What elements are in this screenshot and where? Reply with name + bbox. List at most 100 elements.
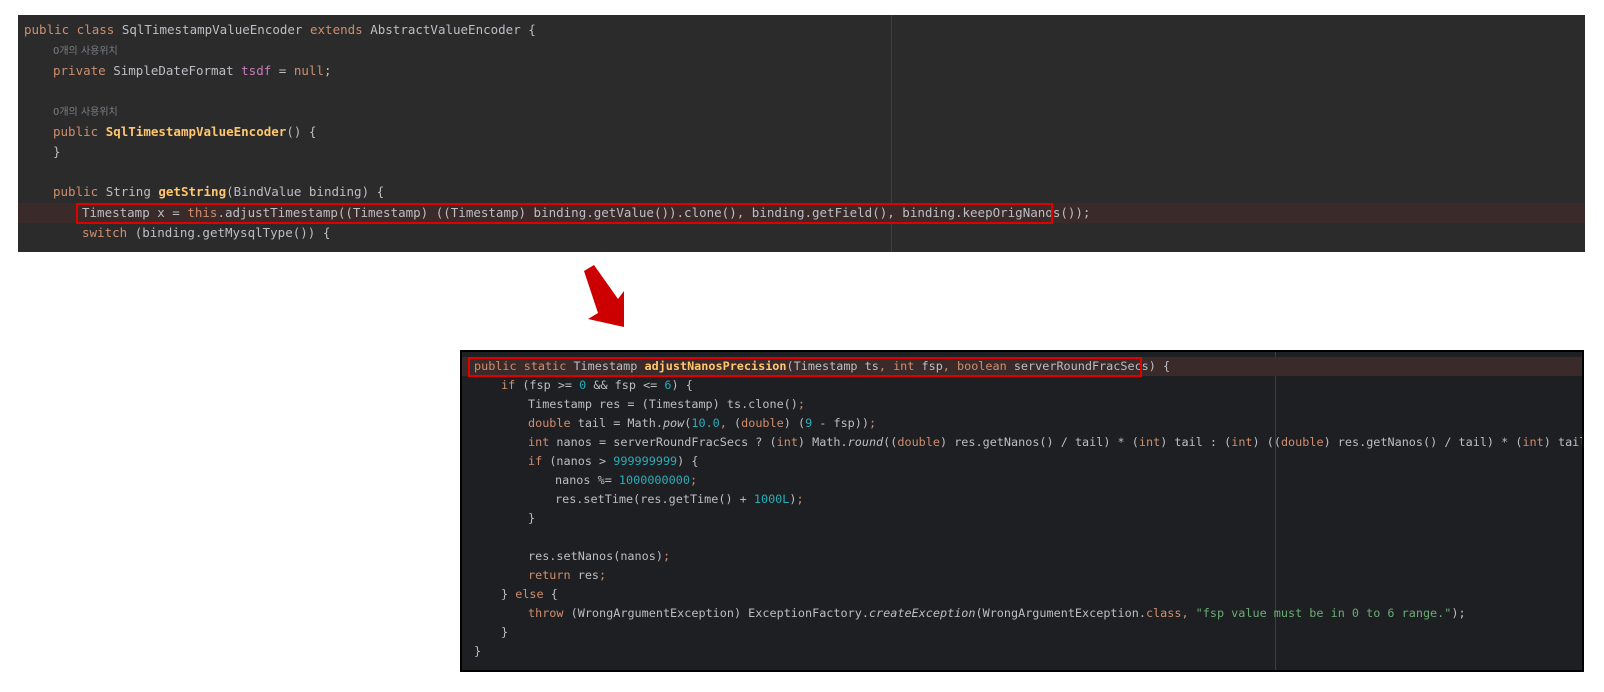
code-token: , int: [878, 359, 922, 373]
code-line: return res;: [462, 566, 1582, 585]
code-token: }: [474, 644, 482, 658]
code-line: nanos %= 1000000000;: [462, 471, 1582, 490]
code-token: ) tail: [1543, 435, 1584, 449]
code-token: ) Math.: [797, 435, 848, 449]
code-token: Timestamp x =: [82, 204, 188, 220]
code-token: );: [1451, 606, 1466, 620]
code-line: if (fsp >= 0 && fsp <= 6) {: [462, 376, 1582, 395]
code-token: fsp: [921, 359, 943, 373]
code-token: private: [53, 62, 114, 78]
code-token: - fsp)): [812, 416, 869, 430]
code-token: else: [515, 587, 551, 601]
code-token: (nanos >: [549, 454, 614, 468]
code-line: public SqlTimestampValueEncoder() {: [18, 122, 1585, 142]
code-token: (WrongArgumentException) ExceptionFactor…: [570, 606, 869, 620]
code-token: getString: [158, 184, 227, 200]
code-token: int: [1231, 435, 1253, 449]
code-token: null: [293, 62, 324, 78]
code-line: throw (WrongArgumentException) Exception…: [462, 604, 1582, 623]
code-token: tail = Math.: [577, 416, 663, 430]
code-line: }: [462, 642, 1582, 661]
code-token: ) res.getNanos() / tail) * (: [1323, 435, 1523, 449]
code-line: }: [462, 623, 1582, 642]
arrow-down-right-icon: [584, 265, 624, 327]
code-token: =: [271, 62, 294, 78]
usage-hint: 0개의 사용위치: [53, 107, 118, 119]
code-token: String: [105, 184, 159, 200]
code-line: }: [462, 509, 1582, 528]
code-token: extends: [310, 22, 371, 37]
code-token: SqlTimestampValueEncoder: [121, 22, 310, 37]
code-token: ): [789, 492, 797, 506]
code-token: return: [528, 568, 578, 582]
code-token: ) (: [783, 416, 806, 430]
bottom-code-editor: public static Timestamp adjustNanosPreci…: [460, 350, 1584, 672]
code-token: double: [528, 416, 578, 430]
code-token: (binding.getMysqlType()) {: [134, 225, 331, 240]
code-line: public class SqlTimestampValueEncoder ex…: [18, 20, 1585, 40]
code-token: 1000000000: [618, 473, 690, 487]
code-token: AbstractValueEncoder {: [370, 22, 536, 37]
code-token: int: [776, 435, 798, 449]
code-token: ;: [323, 62, 332, 78]
code-token: }: [528, 511, 536, 525]
code-token: int: [1522, 435, 1544, 449]
code-token: ;: [869, 416, 877, 430]
code-token: nanos %=: [555, 473, 619, 487]
code-token: tsdf: [241, 62, 272, 78]
code-token: int: [528, 435, 557, 449]
code-token: ;: [599, 568, 607, 582]
code-token: () {: [286, 123, 317, 139]
code-token: serverRoundFracSecs) {: [1013, 359, 1171, 373]
code-line: Timestamp res = (Timestamp) ts.clone();: [462, 395, 1582, 414]
code-token: , boolean: [942, 359, 1014, 373]
code-token: ) tail : (: [1160, 435, 1232, 449]
top-code-editor: public class SqlTimestampValueEncoder ex…: [18, 15, 1585, 252]
code-token: (WrongArgumentException.: [975, 606, 1146, 620]
code-token: ) {: [677, 454, 699, 468]
code-line: public static Timestamp adjustNanosPreci…: [462, 357, 1582, 376]
code-token: ) res.getNanos() / tail) * (: [940, 435, 1139, 449]
code-token: (Timestamp ts: [786, 359, 879, 373]
code-token: "fsp value must be in 0 to 6 range.": [1195, 606, 1452, 620]
code-token: if: [501, 378, 523, 392]
code-token: double: [1280, 435, 1324, 449]
code-line: int nanos = serverRoundFracSecs ? (int) …: [462, 433, 1582, 452]
code-token: throw: [528, 606, 571, 620]
code-token: public: [53, 123, 106, 139]
code-line: res.setNanos(nanos);: [462, 547, 1582, 566]
code-token: round: [847, 435, 884, 449]
code-token: double: [741, 416, 784, 430]
code-line: public String getString(BindValue bindin…: [18, 182, 1585, 202]
code-token: && fsp <=: [586, 378, 665, 392]
code-line: } else {: [462, 585, 1582, 604]
code-token: ) ((: [1252, 435, 1281, 449]
code-line: switch (binding.getMysqlType()) {: [18, 223, 1585, 243]
usage-hint: 0개의 사용위치: [53, 46, 118, 58]
code-token: }: [501, 625, 509, 639]
code-line: Timestamp x = this.adjustTimestamp((Time…: [18, 202, 1585, 223]
code-token: (fsp >=: [522, 378, 580, 392]
code-line: res.setTime(res.getTime() + 1000L);: [462, 490, 1582, 509]
code-token: adjustNanosPrecision: [644, 359, 787, 373]
code-token: res: [577, 568, 600, 582]
code-token: createException: [868, 606, 976, 620]
code-line: double tail = Math.pow(10.0, (double) (9…: [462, 414, 1582, 433]
code-token: public static: [474, 359, 574, 373]
code-token: 6: [664, 378, 672, 392]
code-token: Timestamp: [573, 359, 645, 373]
code-token: int: [1138, 435, 1161, 449]
code-token: ;: [796, 492, 804, 506]
code-token: res.setTime(res.getTime() +: [555, 492, 754, 506]
code-line: 0개의 사용위치: [18, 40, 1585, 60]
code-token: class,: [1145, 606, 1196, 620]
code-token: ;: [797, 397, 805, 411]
code-token: }: [53, 143, 61, 159]
code-token: res.setNanos(nanos): [528, 549, 663, 563]
code-token: if: [528, 454, 550, 468]
code-line: }: [18, 142, 1585, 162]
code-token: public: [53, 184, 106, 200]
